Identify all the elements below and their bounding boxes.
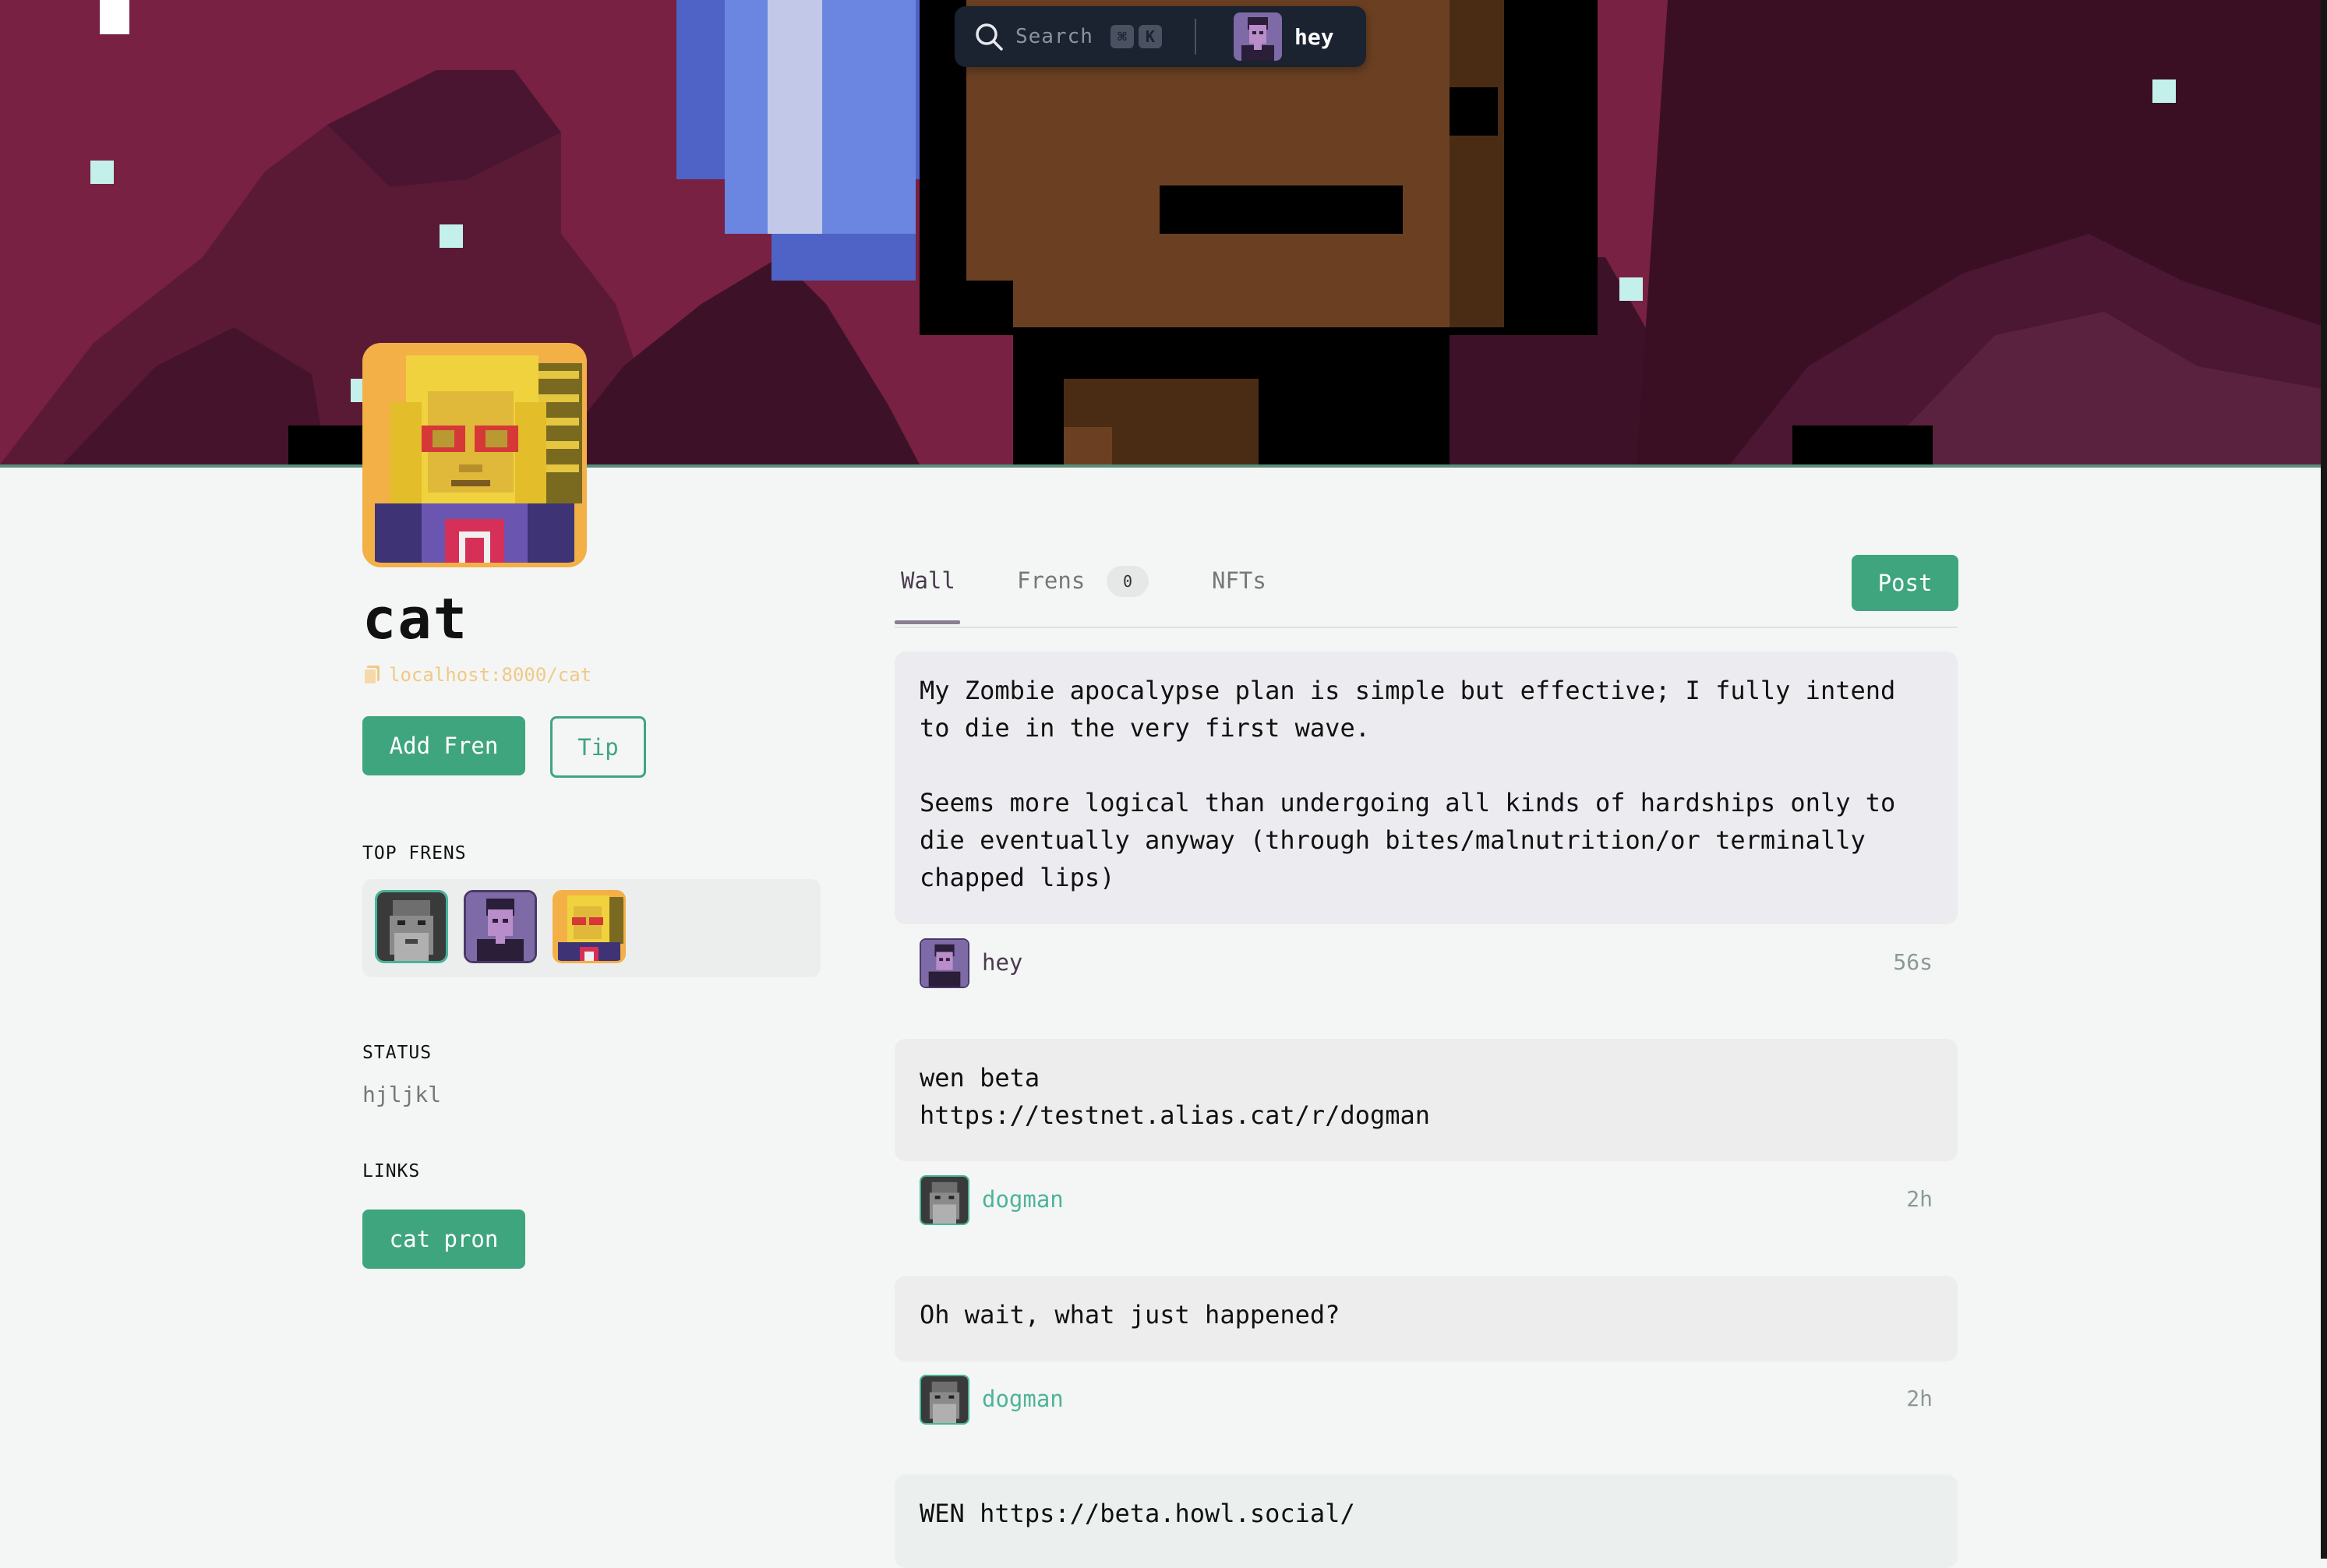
post-button[interactable]: Post: [1852, 555, 1958, 611]
profile-avatar: [362, 343, 587, 567]
post-timestamp: 2h: [1906, 1186, 1933, 1212]
purple-person-avatar-icon: [1234, 12, 1282, 61]
add-fren-button[interactable]: Add Fren: [362, 716, 525, 775]
k-key: K: [1138, 25, 1162, 48]
purple-person-avatar-icon: [466, 892, 535, 961]
purple-person-avatar-icon[interactable]: [920, 938, 969, 988]
blonde-woman-avatar-icon: [367, 348, 582, 563]
blonde-woman-avatar-icon: [555, 892, 623, 961]
pixel-art-banner-image: [0, 0, 2327, 464]
bearded-man-avatar-icon[interactable]: [920, 1175, 969, 1225]
scrollbar[interactable]: [2321, 0, 2327, 1559]
post-timestamp: 56s: [1893, 949, 1933, 975]
profile-banner: [0, 0, 2327, 468]
tab-wall[interactable]: Wall: [901, 567, 955, 594]
tab-frens[interactable]: Frens: [1017, 567, 1085, 594]
search-placeholder: Search: [1015, 25, 1093, 48]
post-card: WEN https://beta.howl.social/: [895, 1474, 1958, 1568]
post-meta: dogman 2h: [920, 1175, 1933, 1227]
profile-url[interactable]: localhost:8000/cat: [362, 664, 591, 686]
search-icon: [976, 23, 1003, 51]
status-value: hjljkl: [362, 1082, 442, 1107]
bearded-man-avatar-icon: [377, 892, 446, 961]
top-fren-dogman[interactable]: [375, 890, 448, 963]
post-meta: dogman 2h: [920, 1375, 1933, 1426]
command-key: ⌘: [1110, 25, 1134, 48]
post-timestamp: 2h: [1906, 1386, 1933, 1411]
top-bar: Search ⌘ K hey: [955, 6, 1366, 67]
top-frens-heading: TOP FRENS: [362, 843, 467, 863]
bearded-man-avatar-icon[interactable]: [920, 1375, 969, 1425]
status-heading: STATUS: [362, 1043, 433, 1063]
keyboard-shortcut: ⌘ K: [1106, 25, 1162, 48]
post-card: My Zombie apocalypse plan is simple but …: [895, 652, 1958, 924]
post-author[interactable]: dogman: [982, 1386, 1064, 1412]
top-frens-list: [362, 879, 821, 977]
post-author[interactable]: hey: [982, 949, 1022, 976]
post-card: Oh wait, what just happened?: [895, 1276, 1958, 1361]
post-meta: hey 56s: [920, 938, 1933, 990]
post-card: wen beta https://testnet.alias.cat/r/dog…: [895, 1039, 1958, 1161]
current-user-name: hey: [1294, 23, 1334, 50]
top-fren-cat[interactable]: [553, 890, 626, 963]
frens-count-badge: 0: [1107, 566, 1149, 597]
post-author[interactable]: dogman: [982, 1186, 1064, 1213]
search-button[interactable]: Search ⌘ K: [955, 6, 1185, 67]
links-heading: LINKS: [362, 1161, 421, 1181]
copy-icon[interactable]: [362, 664, 381, 686]
top-fren-hey[interactable]: [464, 890, 537, 963]
profile-tabs: Wall Frens NFTs: [895, 546, 1958, 628]
divider: [1195, 19, 1196, 55]
profile-url-text: localhost:8000/cat: [389, 664, 592, 686]
current-user-menu[interactable]: hey: [1234, 12, 1334, 61]
tab-nfts[interactable]: NFTs: [1212, 567, 1266, 594]
tip-button[interactable]: Tip: [550, 716, 646, 778]
active-tab-indicator: [895, 620, 960, 624]
link-button-cat-pron[interactable]: cat pron: [362, 1210, 525, 1269]
profile-name: cat: [362, 586, 469, 652]
